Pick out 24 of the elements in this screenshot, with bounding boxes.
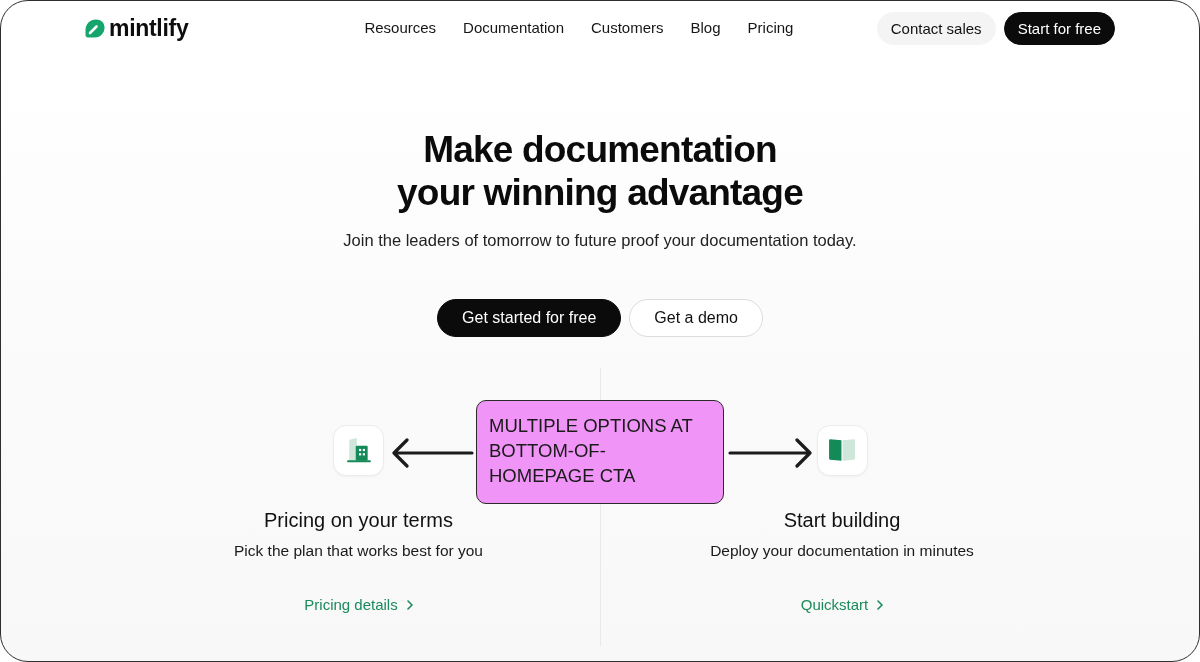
option-description: Deploy your documentation in minutes	[710, 540, 974, 561]
option-description: Pick the plan that works best for you	[234, 540, 483, 561]
contact-sales-button[interactable]: Contact sales	[876, 11, 996, 45]
brand-name[interactable]: mintlify	[109, 15, 189, 41]
start-free-button[interactable]: Start for free	[1003, 11, 1115, 45]
option-title: Start building	[783, 507, 901, 533]
chevron-right-icon	[406, 599, 413, 610]
book-icon	[816, 424, 868, 476]
nav-link[interactable]: Blog	[690, 18, 721, 38]
get-started-button[interactable]: Get started for free	[437, 298, 622, 337]
hero-title: Make documentation your winning advantage	[396, 127, 804, 214]
option-link[interactable]: Pricing details	[304, 593, 413, 616]
option-link[interactable]: Quickstart	[800, 593, 884, 616]
nav-link[interactable]: Customers	[591, 18, 664, 38]
chevron-right-icon	[877, 599, 884, 610]
building-icon	[333, 424, 384, 476]
leaf-logo-icon	[85, 18, 105, 38]
option-title: Pricing on your terms	[264, 507, 453, 533]
demo-button[interactable]: Get a demo	[629, 298, 763, 337]
nav-link[interactable]: Resources	[364, 18, 437, 38]
hero-subtitle: Join the leaders of tomorrow to future proof your documentation today.	[343, 229, 857, 251]
nav-link[interactable]: Pricing	[747, 18, 794, 38]
nav-link[interactable]: Documentation	[463, 18, 564, 38]
annotation-note: MULTIPLE OPTIONS AT BOTTOM-OF-HOMEPAGE CTA	[476, 400, 724, 504]
